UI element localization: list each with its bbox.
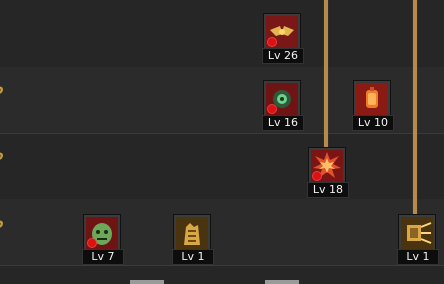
next-row-frame-edge (130, 280, 164, 284)
skill-node[interactable]: Lv 16 (262, 80, 304, 131)
skill-level-label: Lv 1 (172, 249, 214, 265)
warning-badge-icon (312, 171, 322, 181)
row-marker-icon: ↄ (0, 84, 6, 97)
golden-winged-emblem-icon (263, 13, 301, 51)
skill-level-label: Lv 18 (307, 182, 349, 198)
skill-node[interactable]: Lv 10 (352, 80, 394, 131)
warning-badge-icon (267, 37, 277, 47)
skill-node[interactable]: Lv 1 (397, 214, 439, 265)
golden-totem-icon (173, 214, 211, 252)
skill-level-label: Lv 1 (397, 249, 439, 265)
tree-row-4: ↄ (0, 199, 444, 266)
green-beast-head-icon (83, 214, 121, 252)
row-marker-icon: ↄ (0, 150, 6, 163)
warning-badge-icon (267, 104, 277, 114)
skill-level-label: Lv 16 (262, 115, 304, 131)
skill-node[interactable]: Lv 1 (172, 214, 214, 265)
explosion-burst-icon (308, 147, 346, 185)
skill-node[interactable]: Lv 18 (307, 147, 349, 198)
skill-level-label: Lv 7 (82, 249, 124, 265)
golden-shield-blast-icon (398, 214, 436, 252)
tree-row-1 (0, 0, 444, 68)
orange-lantern-icon (353, 80, 391, 118)
tree-row-3: ↄ (0, 133, 444, 200)
row-marker-icon: ↄ (0, 218, 6, 231)
prerequisite-connector (324, 0, 328, 150)
skill-node[interactable]: Lv 7 (82, 214, 124, 265)
prerequisite-connector (413, 0, 417, 216)
skill-node[interactable]: Lv 26 (262, 13, 304, 64)
skill-level-label: Lv 10 (352, 115, 394, 131)
warning-badge-icon (87, 238, 97, 248)
green-gear-orb-icon (263, 80, 301, 118)
next-row-frame-edge (265, 280, 299, 284)
skill-level-label: Lv 26 (262, 48, 304, 64)
